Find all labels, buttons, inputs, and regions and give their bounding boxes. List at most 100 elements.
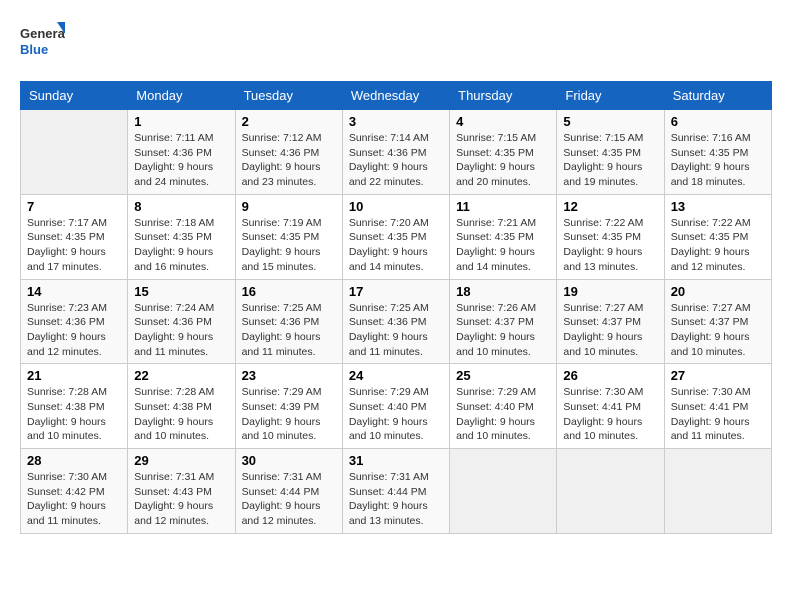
svg-text:General: General: [20, 26, 65, 41]
calendar-header-saturday: Saturday: [664, 82, 771, 110]
day-info: Sunrise: 7:15 AMSunset: 4:35 PMDaylight:…: [563, 131, 657, 190]
table-row: 19 Sunrise: 7:27 AMSunset: 4:37 PMDayligh…: [557, 279, 664, 364]
day-number: 3: [349, 114, 443, 129]
day-info: Sunrise: 7:20 AMSunset: 4:35 PMDaylight:…: [349, 216, 443, 275]
table-row: 20 Sunrise: 7:27 AMSunset: 4:37 PMDayligh…: [664, 279, 771, 364]
table-row: 6 Sunrise: 7:16 AMSunset: 4:35 PMDaylight…: [664, 110, 771, 195]
day-number: 19: [563, 284, 657, 299]
table-row: 25 Sunrise: 7:29 AMSunset: 4:40 PMDayligh…: [450, 364, 557, 449]
day-info: Sunrise: 7:15 AMSunset: 4:35 PMDaylight:…: [456, 131, 550, 190]
calendar-header-thursday: Thursday: [450, 82, 557, 110]
day-info: Sunrise: 7:25 AMSunset: 4:36 PMDaylight:…: [349, 301, 443, 360]
day-number: 13: [671, 199, 765, 214]
day-info: Sunrise: 7:28 AMSunset: 4:38 PMDaylight:…: [134, 385, 228, 444]
day-info: Sunrise: 7:22 AMSunset: 4:35 PMDaylight:…: [671, 216, 765, 275]
day-number: 31: [349, 453, 443, 468]
table-row: 10 Sunrise: 7:20 AMSunset: 4:35 PMDayligh…: [342, 194, 449, 279]
day-info: Sunrise: 7:22 AMSunset: 4:35 PMDaylight:…: [563, 216, 657, 275]
calendar-week-2: 7 Sunrise: 7:17 AMSunset: 4:35 PMDaylight…: [21, 194, 772, 279]
day-number: 21: [27, 368, 121, 383]
logo: General Blue: [20, 20, 65, 65]
day-number: 9: [242, 199, 336, 214]
day-number: 18: [456, 284, 550, 299]
table-row: 16Sunrise: 7:25 AMSunset: 4:36 PMDayligh…: [235, 279, 342, 364]
day-number: 12: [563, 199, 657, 214]
day-info: Sunrise: 7:27 AMSunset: 4:37 PMDaylight:…: [671, 301, 765, 360]
day-info: Sunrise: 7:16 AMSunset: 4:35 PMDaylight:…: [671, 131, 765, 190]
day-number: 29: [134, 453, 228, 468]
day-info: Sunrise: 7:14 AMSunset: 4:36 PMDaylight:…: [349, 131, 443, 190]
day-number: 1: [134, 114, 228, 129]
table-row: 12 Sunrise: 7:22 AMSunset: 4:35 PMDayligh…: [557, 194, 664, 279]
table-row: 15 Sunrise: 7:24 AMSunset: 4:36 PMDayligh…: [128, 279, 235, 364]
day-number: 16: [242, 284, 336, 299]
day-info: Sunrise: 7:12 AMSunset: 4:36 PMDaylight:…: [242, 131, 336, 190]
table-row: 28 Sunrise: 7:30 AMSunset: 4:42 PMDayligh…: [21, 449, 128, 534]
table-row: 18 Sunrise: 7:26 AMSunset: 4:37 PMDayligh…: [450, 279, 557, 364]
day-info: Sunrise: 7:11 AMSunset: 4:36 PMDaylight:…: [134, 131, 228, 190]
logo-icon: General Blue: [20, 20, 65, 65]
calendar-header-sunday: Sunday: [21, 82, 128, 110]
day-info: Sunrise: 7:24 AMSunset: 4:36 PMDaylight:…: [134, 301, 228, 360]
table-row: 7 Sunrise: 7:17 AMSunset: 4:35 PMDaylight…: [21, 194, 128, 279]
day-number: 10: [349, 199, 443, 214]
header: General Blue: [20, 20, 772, 65]
calendar-header-tuesday: Tuesday: [235, 82, 342, 110]
day-info: Sunrise: 7:17 AMSunset: 4:35 PMDaylight:…: [27, 216, 121, 275]
day-info: Sunrise: 7:29 AMSunset: 4:40 PMDaylight:…: [349, 385, 443, 444]
calendar-week-4: 21 Sunrise: 7:28 AMSunset: 4:38 PMDayligh…: [21, 364, 772, 449]
day-info: Sunrise: 7:18 AMSunset: 4:35 PMDaylight:…: [134, 216, 228, 275]
table-row: 26Sunrise: 7:30 AMSunset: 4:41 PMDayligh…: [557, 364, 664, 449]
calendar-table: SundayMondayTuesdayWednesdayThursdayFrid…: [20, 81, 772, 534]
table-row: 8 Sunrise: 7:18 AMSunset: 4:35 PMDaylight…: [128, 194, 235, 279]
calendar-week-1: 1 Sunrise: 7:11 AMSunset: 4:36 PMDaylight…: [21, 110, 772, 195]
day-number: 4: [456, 114, 550, 129]
table-row: 24Sunrise: 7:29 AMSunset: 4:40 PMDayligh…: [342, 364, 449, 449]
day-number: 27: [671, 368, 765, 383]
table-row: 1 Sunrise: 7:11 AMSunset: 4:36 PMDaylight…: [128, 110, 235, 195]
table-row: 17 Sunrise: 7:25 AMSunset: 4:36 PMDayligh…: [342, 279, 449, 364]
table-row: 30Sunrise: 7:31 AMSunset: 4:44 PMDayligh…: [235, 449, 342, 534]
table-row: 31Sunrise: 7:31 AMSunset: 4:44 PMDayligh…: [342, 449, 449, 534]
day-info: Sunrise: 7:29 AMSunset: 4:39 PMDaylight:…: [242, 385, 336, 444]
table-row: 22 Sunrise: 7:28 AMSunset: 4:38 PMDayligh…: [128, 364, 235, 449]
table-row: 3 Sunrise: 7:14 AMSunset: 4:36 PMDaylight…: [342, 110, 449, 195]
day-info: Sunrise: 7:29 AMSunset: 4:40 PMDaylight:…: [456, 385, 550, 444]
calendar-header-wednesday: Wednesday: [342, 82, 449, 110]
day-number: 5: [563, 114, 657, 129]
day-number: 25: [456, 368, 550, 383]
table-row: 2Sunrise: 7:12 AMSunset: 4:36 PMDaylight…: [235, 110, 342, 195]
day-info: Sunrise: 7:27 AMSunset: 4:37 PMDaylight:…: [563, 301, 657, 360]
calendar-week-5: 28 Sunrise: 7:30 AMSunset: 4:42 PMDayligh…: [21, 449, 772, 534]
table-row: 5 Sunrise: 7:15 AMSunset: 4:35 PMDaylight…: [557, 110, 664, 195]
day-info: Sunrise: 7:28 AMSunset: 4:38 PMDaylight:…: [27, 385, 121, 444]
day-number: 8: [134, 199, 228, 214]
day-info: Sunrise: 7:30 AMSunset: 4:42 PMDaylight:…: [27, 470, 121, 529]
day-number: 28: [27, 453, 121, 468]
svg-text:Blue: Blue: [20, 42, 48, 57]
day-number: 23: [242, 368, 336, 383]
day-number: 11: [456, 199, 550, 214]
table-row: 23 Sunrise: 7:29 AMSunset: 4:39 PMDayligh…: [235, 364, 342, 449]
calendar-header-row: SundayMondayTuesdayWednesdayThursdayFrid…: [21, 82, 772, 110]
day-number: 30: [242, 453, 336, 468]
day-info: Sunrise: 7:19 AMSunset: 4:35 PMDaylight:…: [242, 216, 336, 275]
day-number: 6: [671, 114, 765, 129]
table-row: [450, 449, 557, 534]
day-number: 7: [27, 199, 121, 214]
day-info: Sunrise: 7:26 AMSunset: 4:37 PMDaylight:…: [456, 301, 550, 360]
day-number: 20: [671, 284, 765, 299]
table-row: 4 Sunrise: 7:15 AMSunset: 4:35 PMDaylight…: [450, 110, 557, 195]
day-number: 17: [349, 284, 443, 299]
day-info: Sunrise: 7:30 AMSunset: 4:41 PMDaylight:…: [563, 385, 657, 444]
day-info: Sunrise: 7:30 AMSunset: 4:41 PMDaylight:…: [671, 385, 765, 444]
table-row: 11Sunrise: 7:21 AMSunset: 4:35 PMDayligh…: [450, 194, 557, 279]
day-info: Sunrise: 7:23 AMSunset: 4:36 PMDaylight:…: [27, 301, 121, 360]
table-row: 13 Sunrise: 7:22 AMSunset: 4:35 PMDayligh…: [664, 194, 771, 279]
table-row: 29Sunrise: 7:31 AMSunset: 4:43 PMDayligh…: [128, 449, 235, 534]
calendar-header-monday: Monday: [128, 82, 235, 110]
table-row: 27 Sunrise: 7:30 AMSunset: 4:41 PMDayligh…: [664, 364, 771, 449]
day-number: 22: [134, 368, 228, 383]
calendar-week-3: 14Sunrise: 7:23 AMSunset: 4:36 PMDayligh…: [21, 279, 772, 364]
day-number: 15: [134, 284, 228, 299]
